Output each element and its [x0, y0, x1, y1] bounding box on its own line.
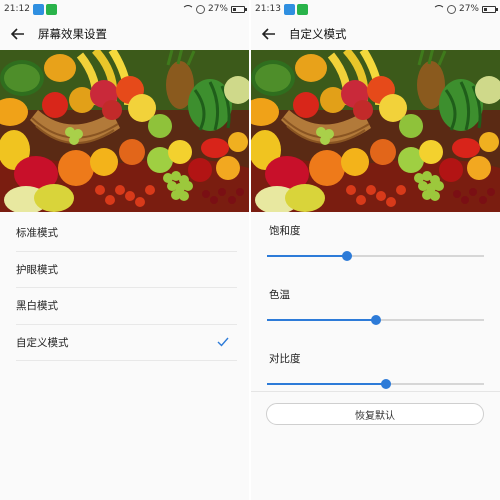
- contrast-setting: 对比度: [251, 348, 500, 392]
- mode-label: 自定义模式: [16, 336, 69, 349]
- slider-fill: [267, 319, 376, 321]
- battery-percent: 27%: [207, 4, 228, 14]
- preview-image: [251, 50, 500, 212]
- message-notification-icon: [45, 3, 57, 15]
- app-bar: 屏幕效果设置: [0, 18, 249, 50]
- slider-thumb[interactable]: [342, 251, 353, 261]
- signal-icon: [446, 4, 456, 14]
- checkmark-icon: [217, 337, 229, 350]
- mode-item-black-white[interactable]: 黑白模式: [16, 288, 237, 325]
- battery-icon: [231, 5, 247, 13]
- slider-fill: [267, 383, 387, 385]
- app-bar: 自定义模式: [251, 18, 500, 50]
- mode-item-eye-care[interactable]: 护眼模式: [16, 252, 237, 288]
- page-title: 自定义模式: [289, 27, 347, 41]
- status-time: 21:12: [4, 4, 30, 14]
- app-notification-icon: [283, 3, 295, 15]
- custom-settings: 饱和度 色温 对比度: [251, 220, 500, 412]
- mode-item-custom[interactable]: 自定义模式: [16, 325, 237, 361]
- slider-thumb[interactable]: [370, 315, 381, 325]
- saturation-setting: 饱和度: [251, 220, 500, 264]
- mode-label: 护眼模式: [16, 263, 58, 276]
- signal-icon: [195, 4, 205, 14]
- wifi-icon: [432, 5, 445, 13]
- custom-mode-pane: 21:13 27% 自定义模式 饱和度 色温 对比度 恢复默认: [251, 0, 500, 500]
- preview-image: [0, 50, 249, 212]
- wifi-icon: [181, 5, 194, 13]
- color-temperature-setting: 色温: [251, 284, 500, 328]
- mode-label: 标准模式: [16, 227, 58, 240]
- restore-default-button[interactable]: 恢复默认: [266, 403, 484, 425]
- status-time: 21:13: [255, 4, 281, 14]
- battery-icon: [482, 5, 498, 13]
- page-title: 屏幕效果设置: [38, 27, 107, 41]
- slider-fill: [267, 255, 348, 257]
- app-notification-icon: [32, 3, 44, 15]
- screen-effect-settings-pane: 21:12 27% 屏幕效果设置 标准模式 护眼模式 黑白模式 自定义模式: [0, 0, 249, 500]
- mode-label: 黑白模式: [16, 300, 58, 313]
- contrast-label: 对比度: [269, 352, 301, 365]
- message-notification-icon: [296, 3, 308, 15]
- saturation-slider[interactable]: [267, 248, 484, 264]
- color-temperature-slider[interactable]: [267, 312, 484, 328]
- mode-list: 标准模式 护眼模式 黑白模式 自定义模式: [0, 215, 249, 361]
- saturation-label: 饱和度: [269, 224, 301, 237]
- status-bar: 21:12 27%: [0, 0, 249, 18]
- status-bar: 21:13 27%: [251, 0, 500, 18]
- color-temperature-label: 色温: [269, 288, 290, 301]
- contrast-slider[interactable]: [267, 376, 484, 392]
- section-divider: [251, 391, 500, 392]
- battery-percent: 27%: [458, 4, 479, 14]
- mode-item-standard[interactable]: 标准模式: [16, 215, 237, 252]
- arrow-left-icon[interactable]: [10, 26, 26, 42]
- arrow-left-icon[interactable]: [261, 26, 277, 42]
- slider-thumb[interactable]: [381, 379, 392, 389]
